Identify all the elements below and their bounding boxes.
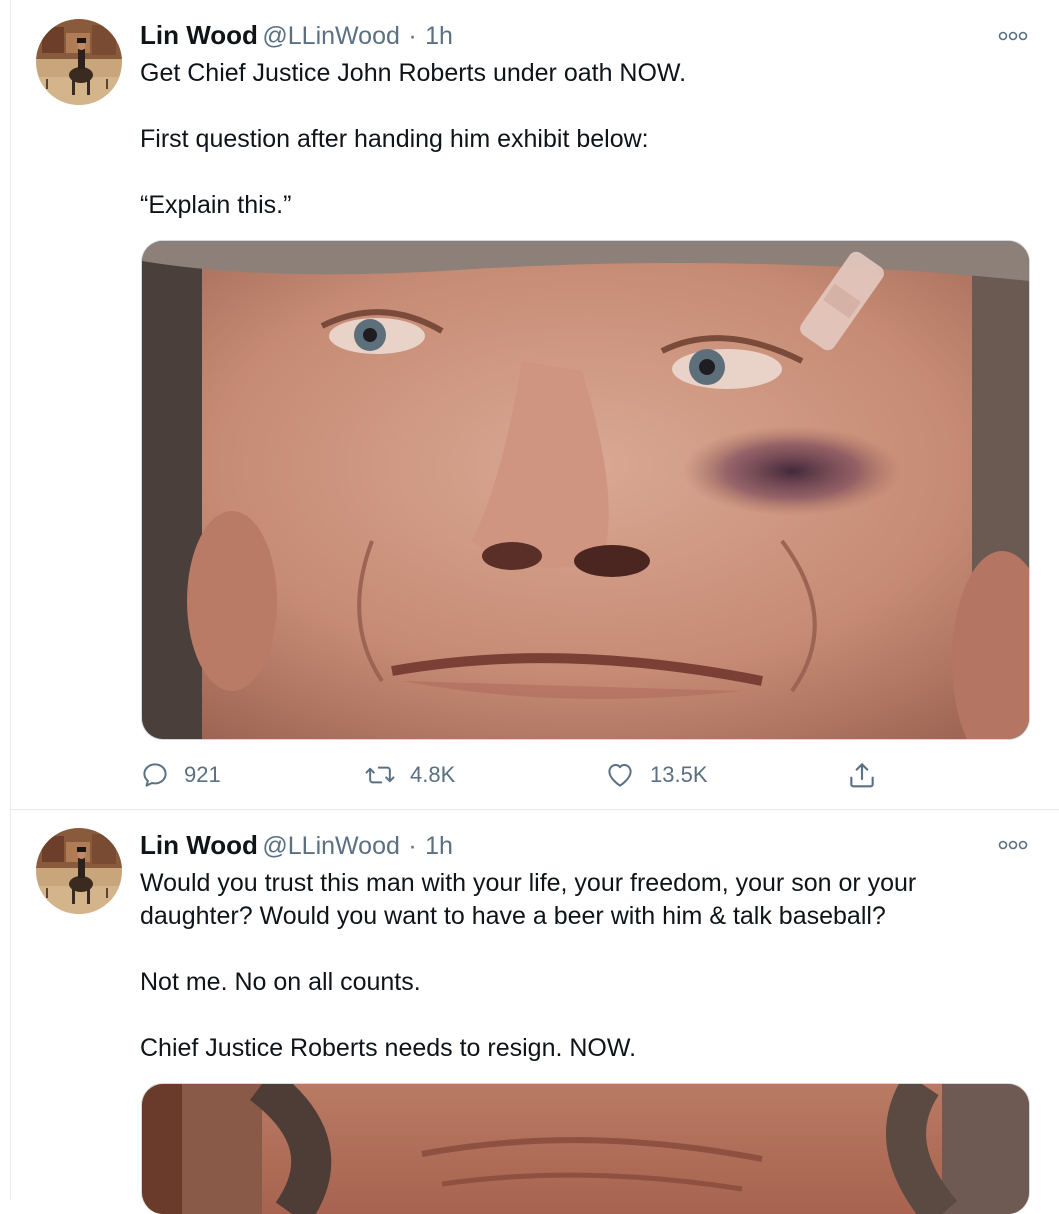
tweet-feed: Lin Wood @LLinWood · 1h Get Chief Justic… [0,0,1059,1214]
author-handle[interactable]: @LLinWood [262,22,400,50]
tweet-timestamp[interactable]: 1h [425,22,453,50]
tweet[interactable]: Lin Wood @LLinWood · 1h Get Chief Justic… [0,0,1059,809]
tweet-text-line: Not me. No on all counts. [140,968,421,996]
tweet-text-line: Get Chief Justice John Roberts under oat… [140,59,687,87]
retweet-button[interactable]: 4.8K [364,758,455,792]
tweet[interactable]: Lin Wood @LLinWood · 1h Would you trust … [0,810,1059,1214]
heart-icon [608,764,632,787]
more-horizontal-icon [998,31,1028,41]
tweet-text-line: Chief Justice Roberts needs to resign. N… [140,1034,637,1062]
tweet-actions: 921 4.8K 13.5K [140,758,900,792]
retweet-icon [365,766,395,784]
like-button[interactable]: 13.5K [604,758,708,792]
reply-button[interactable]: 921 [140,758,221,792]
header-separator: · [408,832,417,860]
author-handle[interactable]: @LLinWood [262,832,400,860]
tweet-photo[interactable] [141,1083,1030,1214]
like-count: 13.5K [650,762,708,787]
tweet-text-line: Would you trust this man with your life,… [140,869,917,930]
tweet-timestamp[interactable]: 1h [425,832,453,860]
tweet-photo[interactable] [141,240,1030,740]
reply-bubble-icon [143,763,167,787]
more-options-button[interactable] [998,838,1028,852]
tweet-text-line: “Explain this.” [140,191,292,219]
share-upload-icon [850,763,874,788]
tweet-header: Lin Wood @LLinWood · 1h [140,20,453,54]
avatar[interactable] [36,19,122,105]
author-name[interactable]: Lin Wood [140,20,258,50]
share-button[interactable] [846,758,878,792]
retweet-count: 4.8K [410,762,456,787]
tweet-text: Would you trust this man with your life,… [140,867,1020,1065]
tweet-text-line: First question after handing him exhibit… [140,125,649,153]
reply-count: 921 [184,762,221,787]
author-name[interactable]: Lin Wood [140,830,258,860]
tweet-text: Get Chief Justice John Roberts under oat… [140,57,1020,222]
more-options-button[interactable] [998,29,1028,43]
avatar[interactable] [36,828,122,914]
tweet-header: Lin Wood @LLinWood · 1h [140,830,453,864]
header-separator: · [408,22,417,50]
more-horizontal-icon [998,840,1028,850]
